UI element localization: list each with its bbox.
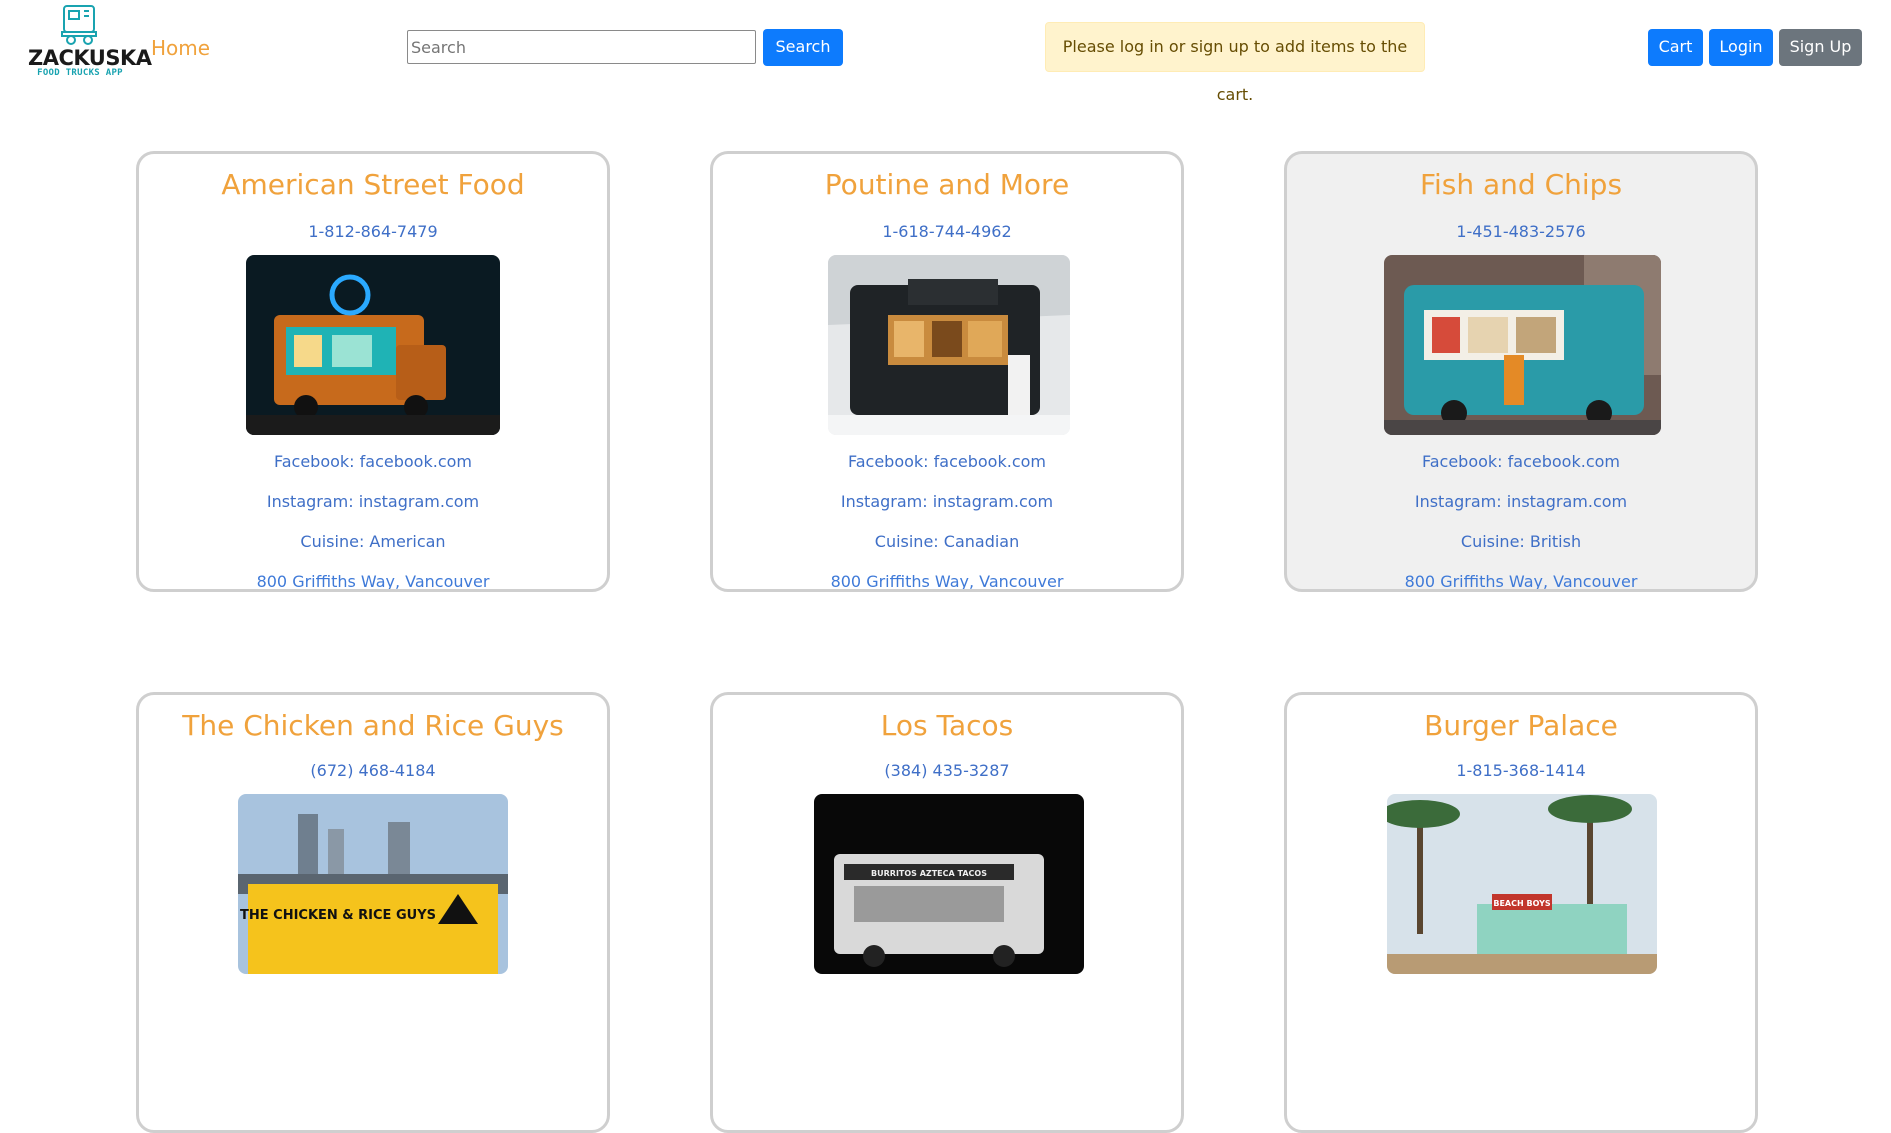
truck-photo: THE CHICKEN & RICE GUYS [238,794,508,974]
truck-name: American Street Food [139,168,607,201]
truck-photo: BEACH BOYS [1387,794,1657,974]
truck-photo-sign: THE CHICKEN & RICE GUYS [240,908,436,923]
yellow-chicken-truck-photo: THE CHICKEN & RICE GUYS [238,794,508,974]
truck-card[interactable]: Poutine and More 1-618-744-4962 Facebook… [710,151,1184,592]
truck-photo-sign: BURRITOS AZTECA TACOS [871,869,987,878]
truck-phone: (384) 435-3287 [713,761,1181,780]
truck-phone: (672) 468-4184 [139,761,607,780]
truck-photo: BURRITOS AZTECA TACOS [814,794,1084,974]
truck-photo [1384,255,1661,435]
truck-cuisine: Cuisine: British [1287,532,1755,551]
truck-card[interactable]: The Chicken and Rice Guys (672) 468-4184… [136,692,610,1133]
truck-name: Poutine and More [713,168,1181,201]
truck-facebook[interactable]: Facebook: facebook.com [713,452,1181,471]
truck-card[interactable]: Burger Palace 1-815-368-1414 BEACH BOYS [1284,692,1758,1133]
navbar: ZACKUSKA FOOD TRUCKS APP Home Search Ple… [0,0,1891,95]
night-donut-truck-photo [246,255,500,435]
truck-phone: 1-815-368-1414 [1287,761,1755,780]
brand-logo[interactable]: ZACKUSKA FOOD TRUCKS APP [28,2,132,82]
truck-photo [828,255,1070,435]
truck-card[interactable]: Fish and Chips 1-451-483-2576 Facebook: … [1284,151,1758,592]
truck-facebook[interactable]: Facebook: facebook.com [1287,452,1755,471]
truck-facebook[interactable]: Facebook: facebook.com [139,452,607,471]
truck-name: Los Tacos [713,709,1181,742]
login-alert: Please log in or sign up to add items to… [1045,22,1425,72]
truck-card[interactable]: Los Tacos (384) 435-3287 BURRITOS AZTECA… [710,692,1184,1133]
truck-cuisine: Cuisine: Canadian [713,532,1181,551]
truck-phone: 1-618-744-4962 [713,222,1181,241]
truck-phone: 1-812-864-7479 [139,222,607,241]
truck-instagram[interactable]: Instagram: instagram.com [1287,492,1755,511]
cart-button[interactable]: Cart [1648,29,1703,66]
login-button[interactable]: Login [1709,29,1773,66]
truck-instagram[interactable]: Instagram: instagram.com [713,492,1181,511]
truck-instagram[interactable]: Instagram: instagram.com [139,492,607,511]
night-taco-truck-photo: BURRITOS AZTECA TACOS [814,794,1084,974]
search-button[interactable]: Search [763,29,843,66]
truck-phone: 1-451-483-2576 [1287,222,1755,241]
logo-wordmark: ZACKUSKA [28,46,132,70]
logo-tagline: FOOD TRUCKS APP [28,68,132,78]
food-truck-icon [28,2,132,48]
snowy-bakery-truck-photo [828,255,1070,435]
beach-palm-truck-photo: BEACH BOYS [1387,794,1657,974]
truck-address[interactable]: 800 Griffiths Way, Vancouver [1287,572,1755,591]
truck-name: Burger Palace [1287,709,1755,742]
search-input[interactable] [407,30,756,64]
truck-photo-sign: BEACH BOYS [1493,899,1551,908]
truck-cuisine: Cuisine: American [139,532,607,551]
truck-photo [246,255,500,435]
truck-card[interactable]: American Street Food 1-812-864-7479 Face… [136,151,610,592]
truck-address[interactable]: 800 Griffiths Way, Vancouver [713,572,1181,591]
home-link[interactable]: Home [151,36,210,60]
truck-name: The Chicken and Rice Guys [139,709,607,742]
truck-address[interactable]: 800 Griffiths Way, Vancouver [139,572,607,591]
truck-name: Fish and Chips [1287,168,1755,201]
signup-button[interactable]: Sign Up [1779,29,1862,66]
teal-fish-chips-truck-photo [1384,255,1661,435]
